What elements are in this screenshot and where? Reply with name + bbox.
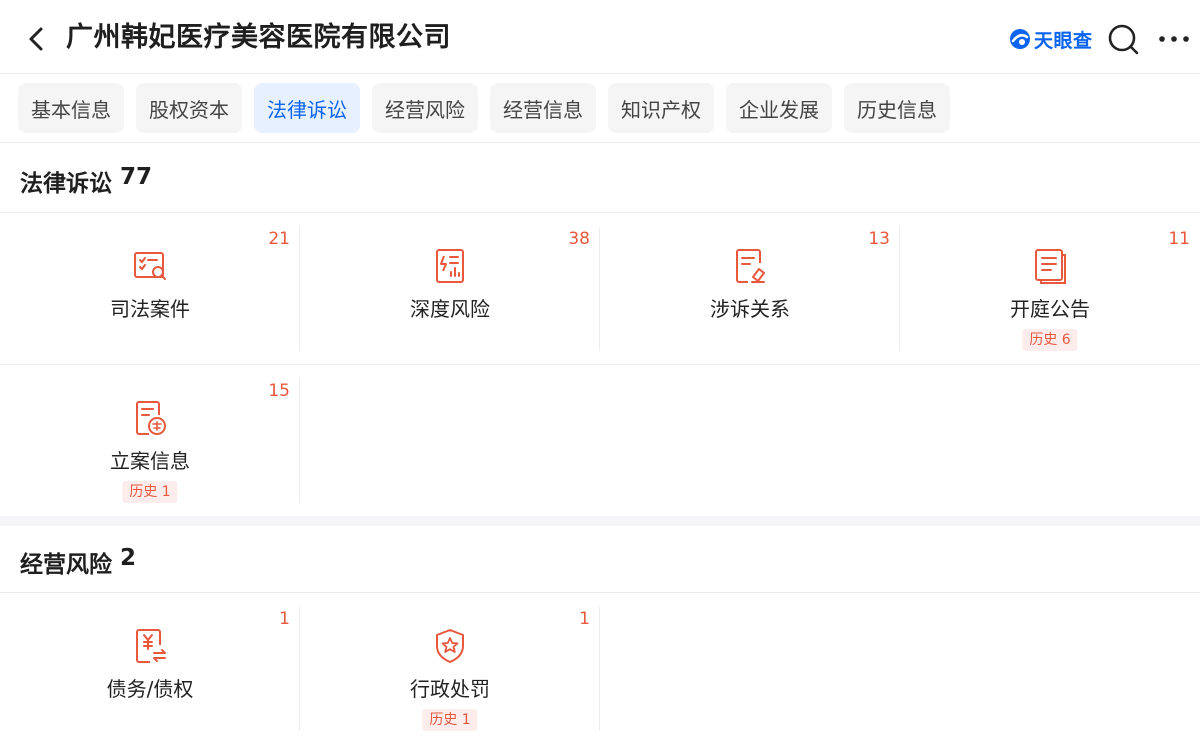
- deep-risk-icon: [436, 249, 464, 283]
- penalty-shield-icon: [436, 629, 464, 663]
- brand-name: 天眼查: [1034, 29, 1093, 52]
- tianyancha-logo-icon: [1010, 29, 1030, 49]
- item-count: 15: [268, 381, 290, 401]
- cell-divider: [599, 607, 600, 731]
- grid-item-judicial-case[interactable]: 21 司法案件: [0, 213, 300, 364]
- item-label: 行政处罚: [410, 677, 490, 701]
- tab-business-info[interactable]: 经营信息: [490, 83, 596, 133]
- section-separator: [0, 516, 1200, 526]
- grid-item-administrative-penalty[interactable]: 1 行政处罚 历史 1: [300, 593, 600, 741]
- item-count: 1: [579, 609, 590, 629]
- tab-intellectual-property[interactable]: 知识产权: [608, 83, 714, 133]
- tab-legal-litigation[interactable]: 法律诉讼: [254, 83, 360, 133]
- back-button[interactable]: [22, 22, 52, 56]
- item-count: 11: [1168, 229, 1190, 249]
- brand-logo[interactable]: 天眼查: [1008, 25, 1093, 53]
- section-count: 2: [120, 545, 137, 571]
- search-button[interactable]: [1106, 22, 1140, 56]
- item-label: 开庭公告: [1010, 297, 1090, 321]
- item-label: 涉诉关系: [710, 297, 790, 321]
- category-tabs: 基本信息 股权资本 法律诉讼 经营风险 经营信息 知识产权 企业发展 历史信息: [18, 83, 950, 133]
- tab-basic-info[interactable]: 基本信息: [18, 83, 124, 133]
- grid-item-court-notice[interactable]: 11 开庭公告 历史 6: [900, 213, 1200, 364]
- tab-equity-capital[interactable]: 股权资本: [136, 83, 242, 133]
- history-badge[interactable]: 历史 1: [122, 481, 178, 503]
- litigation-relation-icon: [736, 249, 765, 283]
- item-label: 债务/债权: [106, 677, 194, 701]
- court-notice-icon: [1035, 249, 1066, 284]
- tab-history-info[interactable]: 历史信息: [844, 83, 950, 133]
- grid-item-debt[interactable]: 1 债务/债权: [0, 593, 300, 741]
- divider: [0, 142, 1200, 143]
- section-title-legal: 法律诉讼 77: [20, 164, 152, 198]
- section-count: 77: [120, 164, 153, 190]
- item-label: 司法案件: [110, 297, 190, 321]
- item-count: 13: [868, 229, 890, 249]
- judicial-case-icon: [134, 252, 166, 280]
- item-label: 立案信息: [110, 449, 190, 473]
- grid-item-deep-risk[interactable]: 38 深度风险: [300, 213, 600, 364]
- section-title-text: 法律诉讼: [20, 171, 112, 197]
- search-icon: [1108, 24, 1139, 55]
- grid-item-case-filing[interactable]: 15 立案信息 历史 1: [0, 365, 300, 516]
- case-filing-icon: [136, 401, 166, 435]
- tab-business-risk[interactable]: 经营风险: [372, 83, 478, 133]
- page-title: 广州韩妃医疗美容医院有限公司: [66, 22, 451, 53]
- chevron-left-icon: [29, 27, 43, 51]
- item-count: 1: [279, 609, 290, 629]
- history-badge[interactable]: 历史 6: [1022, 329, 1078, 351]
- debt-icon: [136, 629, 166, 663]
- tab-enterprise-development[interactable]: 企业发展: [726, 83, 832, 133]
- history-badge[interactable]: 历史 1: [422, 709, 478, 731]
- grid-item-litigation-relation[interactable]: 13 涉诉关系: [600, 213, 900, 364]
- section-title-risk: 经营风险 2: [20, 545, 136, 579]
- cell-divider: [299, 379, 300, 503]
- top-bar: 广州韩妃医疗美容医院有限公司 天眼查: [0, 0, 1200, 74]
- more-button[interactable]: [1157, 26, 1191, 52]
- more-icon: [1159, 36, 1189, 42]
- section-title-text: 经营风险: [20, 552, 112, 578]
- item-label: 深度风险: [410, 297, 490, 321]
- item-count: 38: [568, 229, 590, 249]
- item-count: 21: [268, 229, 290, 249]
